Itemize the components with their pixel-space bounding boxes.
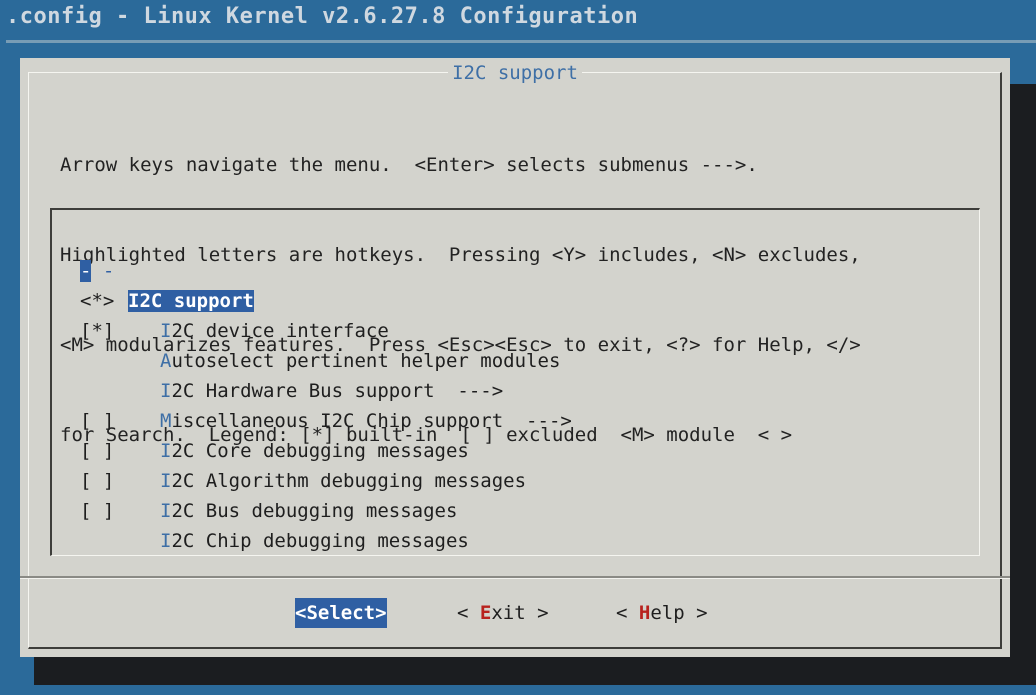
select-button-post: elect> [317, 602, 387, 624]
config-dialog: I2C support Arrow keys navigate the menu… [20, 58, 1010, 657]
window-backtitle: .config - Linux Kernel v2.6.27.8 Configu… [6, 4, 639, 29]
menu-item-autoselect-helpers[interactable]: [*] Autoselect pertinent helper modules [80, 286, 960, 372]
help-button-post: elp > [650, 602, 708, 624]
menu-item-misc-chip-support[interactable]: Miscellaneous I2C Chip support ---> [80, 346, 960, 432]
help-button-hotkey: H [638, 602, 651, 624]
menu-list: - - I2C support <*> I2C device interface… [80, 226, 960, 552]
select-button-hotkey: S [306, 602, 318, 624]
button-bar: <Select> < Exit > < Help > [20, 598, 1010, 628]
menu-item-hotkey: I [160, 500, 172, 522]
menu-item-label: I2C Chip debugging messages [160, 526, 469, 556]
menu-item-label: I2C Bus debugging messages [160, 496, 457, 526]
menu-item-algorithm-debugging[interactable]: [ ] I2C Algorithm debugging messages [80, 406, 960, 492]
dialog-title-text: I2C support [448, 62, 582, 84]
menu-item-bus-debugging[interactable]: [ ] I2C Bus debugging messages [80, 436, 960, 522]
backtitle-underline [6, 40, 1036, 43]
dialog-shadow-bottom [34, 657, 1036, 685]
menu-item-i2c-support[interactable]: - - I2C support [80, 226, 960, 312]
select-button-pre: < [295, 602, 307, 624]
help-button[interactable]: < Help > [616, 598, 708, 628]
help-button-pre: < [616, 602, 639, 624]
button-separator-highlight [20, 578, 1010, 579]
menu-item-chip-debugging[interactable]: [ ] I2C Chip debugging messages [80, 466, 960, 552]
menu-item-text: 2C Chip debugging messages [171, 530, 469, 552]
menu-item-i2c-device-interface[interactable]: <*> I2C device interface [80, 256, 960, 342]
exit-button-hotkey: E [479, 602, 492, 624]
menu-item-hardware-bus-support[interactable]: I2C Hardware Bus support ---> [80, 316, 960, 402]
help-line: Arrow keys navigate the menu. <Enter> se… [60, 154, 758, 176]
select-button[interactable]: <Select> [295, 598, 387, 628]
dialog-shadow-right [1010, 84, 1036, 684]
menu-item-text: 2C Bus debugging messages [171, 500, 458, 522]
exit-button[interactable]: < Exit > [457, 598, 549, 628]
menu-item-hotkey: I [160, 530, 172, 552]
menu-item-core-debugging[interactable]: [ ] I2C Core debugging messages [80, 376, 960, 462]
exit-button-pre: < [457, 602, 480, 624]
dialog-title: I2C support [20, 61, 1010, 85]
exit-button-post: xit > [491, 602, 549, 624]
menu-item-mark[interactable]: [ ] [80, 496, 114, 526]
